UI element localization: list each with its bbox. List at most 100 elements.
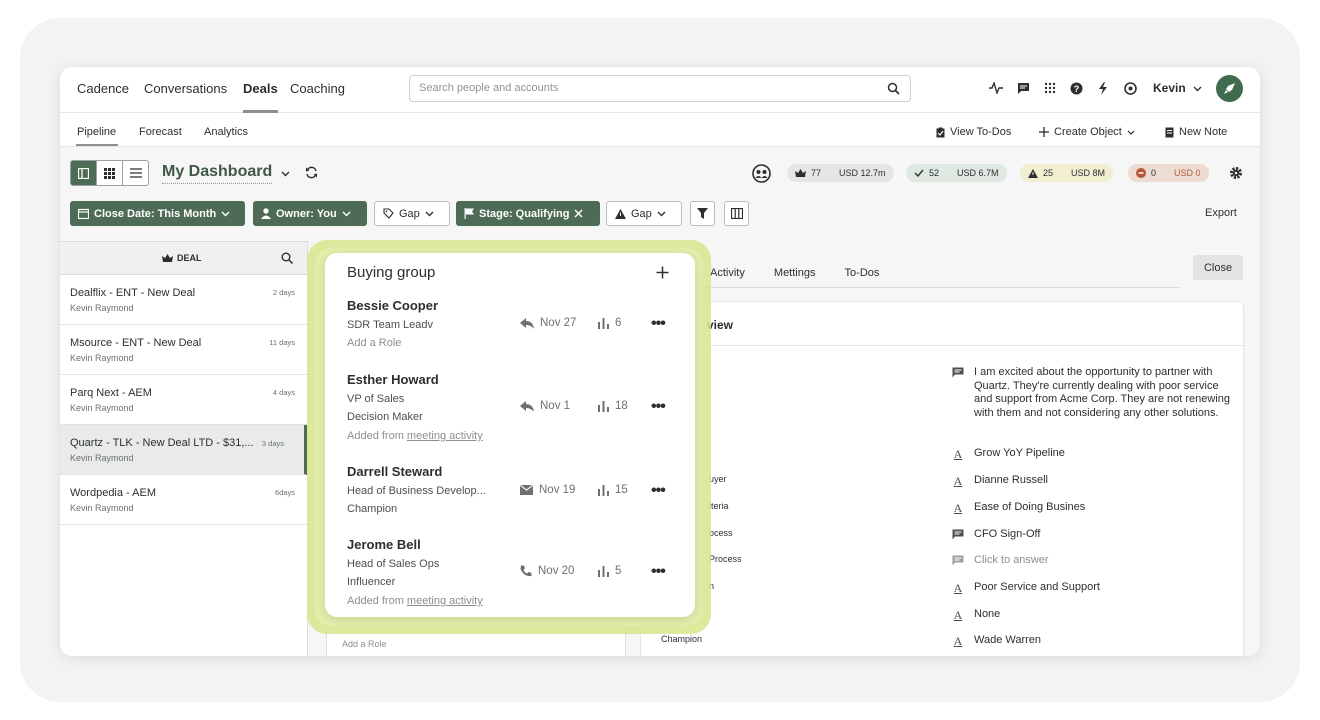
columns-button[interactable]	[724, 201, 749, 226]
filter-gap-1[interactable]: Gap	[374, 201, 450, 226]
more-options-icon[interactable]: •••	[651, 482, 666, 500]
filter-close-date[interactable]: Close Date: This Month	[70, 201, 245, 226]
panel-view-icon	[78, 167, 89, 179]
meeting-activity-link[interactable]: meeting activity	[407, 595, 483, 607]
deal-column-header[interactable]: DEAL	[162, 253, 202, 263]
overview-field[interactable]: Click to answer	[951, 554, 1234, 568]
activity-date: Nov 19	[539, 484, 576, 496]
more-options-icon[interactable]: •••	[651, 315, 666, 333]
view-todos-button[interactable]: View To-Dos	[936, 126, 1011, 138]
deal-name: Quartz - TLK - New Deal LTD - $31,...	[70, 437, 254, 449]
list-view-icon	[129, 168, 142, 178]
stat-pill-lost[interactable]: 0 USD 0	[1128, 164, 1209, 182]
count-value: 15	[615, 484, 628, 496]
nav-coaching[interactable]: Coaching	[290, 81, 345, 96]
view-panel-button[interactable]	[71, 161, 97, 185]
export-button[interactable]: Export	[1205, 207, 1237, 219]
text-a-icon: A	[953, 447, 963, 461]
overview-field[interactable]: A None	[951, 608, 1234, 622]
overview-field[interactable]: CFO Sign-Off	[951, 528, 1234, 542]
chevron-down-icon[interactable]	[281, 166, 290, 180]
chevron-down-icon	[657, 211, 666, 216]
deal-owner: Kevin Raymond	[70, 303, 134, 313]
deal-row-selected[interactable]: Quartz - TLK - New Deal LTD - $31,... Ke…	[60, 425, 307, 475]
flag-icon	[464, 208, 474, 219]
stat-pill-warning[interactable]: 25 USD 8M	[1020, 164, 1114, 182]
activity-pulse-icon[interactable]	[989, 81, 1003, 95]
filter-owner[interactable]: Owner: You	[253, 201, 367, 226]
filter-stage[interactable]: Stage: Qualifying	[456, 201, 600, 226]
buying-group-popup: Buying group Bessie Cooper SDR Team Lead…	[325, 253, 695, 617]
overview-field[interactable]: A Wade Warren	[951, 634, 1234, 648]
dashboard-title[interactable]: My Dashboard	[162, 163, 273, 184]
nav-deals[interactable]: Deals	[243, 81, 278, 96]
launch-avatar-button[interactable]	[1216, 75, 1243, 102]
messages-icon[interactable]	[1016, 81, 1030, 95]
user-name: Kevin	[1153, 81, 1186, 95]
lightning-icon[interactable]	[1096, 81, 1110, 95]
filter-gap-2[interactable]: Gap	[606, 201, 682, 226]
add-role-link[interactable]: Add a Role	[347, 337, 401, 349]
mail-icon	[520, 485, 533, 495]
tab-activity[interactable]: Activity	[710, 267, 745, 279]
new-note-button[interactable]: New Note	[1165, 126, 1227, 138]
comment-icon	[951, 528, 965, 542]
field-value: Poor Service and Support	[974, 581, 1100, 593]
deal-owner: Kevin Raymond	[70, 503, 134, 513]
add-role-link[interactable]: Add a Role	[342, 639, 387, 649]
svg-text:?: ?	[1073, 84, 1079, 94]
filter-owner-label: Owner: You	[276, 207, 337, 220]
deal-row[interactable]: Dealflix - ENT - New Deal Kevin Raymond …	[60, 275, 307, 325]
search-box[interactable]	[409, 75, 911, 102]
user-menu[interactable]: Kevin	[1153, 81, 1202, 95]
deal-row[interactable]: Msource - ENT - New Deal Kevin Raymond 1…	[60, 325, 307, 375]
search-input[interactable]	[419, 82, 869, 94]
stat-pill-total[interactable]: 77 USD 12.7m	[787, 164, 894, 182]
last-activity: Nov 27	[520, 317, 576, 329]
tab-meetings[interactable]: Mettings	[774, 267, 816, 279]
person-source: Added from meeting activity	[347, 595, 483, 607]
meeting-activity-link[interactable]: meeting activity	[407, 430, 483, 442]
help-icon[interactable]: ?	[1069, 81, 1083, 95]
funnel-icon	[697, 208, 708, 219]
search-icon[interactable]	[281, 252, 294, 267]
create-object-button[interactable]: Create Object	[1039, 126, 1135, 138]
field-value: Wade Warren	[974, 634, 1042, 646]
deal-row[interactable]: Parq Next - AEM Kevin Raymond 4 days	[60, 375, 307, 425]
tab-forecast[interactable]: Forecast	[139, 126, 182, 138]
overview-field[interactable]: A Poor Service and Support	[951, 581, 1234, 595]
gear-icon[interactable]	[1229, 166, 1243, 183]
filter-stage-label: Stage: Qualifying	[479, 207, 570, 220]
nav-conversations[interactable]: Conversations	[144, 81, 227, 96]
tab-analytics[interactable]: Analytics	[204, 126, 248, 138]
nav-cadence[interactable]: Cadence	[77, 81, 129, 96]
team-icon[interactable]	[752, 164, 771, 186]
apps-grid-icon[interactable]	[1043, 81, 1057, 95]
columns-icon	[730, 208, 743, 219]
add-person-button[interactable]	[656, 263, 669, 284]
cube-icon[interactable]	[1123, 81, 1137, 95]
stat-pill-won[interactable]: 52 USD 6.7M	[906, 164, 1007, 182]
person-title: SDR Team Leadv	[347, 319, 434, 331]
deal-age: 4 days	[272, 388, 295, 397]
filter-funnel-button[interactable]	[690, 201, 715, 226]
tab-pipeline[interactable]: Pipeline	[77, 126, 116, 138]
view-grid-button[interactable]	[97, 161, 123, 185]
deal-owner: Kevin Raymond	[70, 453, 134, 463]
stat-count: 52	[929, 168, 940, 178]
view-list-button[interactable]	[123, 161, 148, 185]
overview-field[interactable]: A Ease of Doing Busines	[951, 501, 1234, 515]
stat-amount: USD 0	[1174, 168, 1201, 178]
close-icon[interactable]	[574, 209, 583, 218]
overview-field[interactable]: A Dianne Russell	[951, 474, 1234, 488]
close-button[interactable]: Close	[1193, 255, 1243, 280]
refresh-icon[interactable]	[305, 166, 318, 182]
overview-field[interactable]: A Grow YoY Pipeline	[951, 447, 1234, 461]
deal-row[interactable]: Wordpedia - AEM Kevin Raymond 6days	[60, 475, 307, 525]
more-options-icon[interactable]: •••	[651, 563, 666, 581]
more-options-icon[interactable]: •••	[651, 398, 666, 416]
overview-field-notes[interactable]: I am excited about the opportunity to pa…	[951, 366, 1234, 420]
field-value: Dianne Russell	[974, 474, 1048, 486]
tab-todos[interactable]: To-Dos	[845, 267, 880, 279]
search-icon[interactable]	[887, 82, 900, 98]
